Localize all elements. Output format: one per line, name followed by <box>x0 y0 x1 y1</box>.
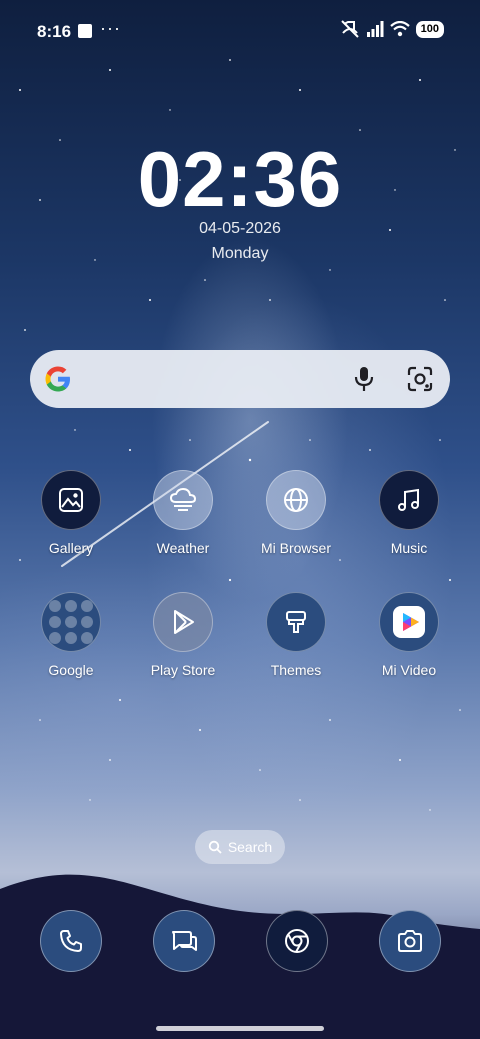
music-note-icon <box>398 488 419 511</box>
app-weather[interactable]: Weather <box>133 470 233 556</box>
app-label: Play Store <box>150 662 216 678</box>
dock-chrome[interactable] <box>266 910 328 972</box>
search-icon <box>208 840 222 854</box>
dock-camera[interactable] <box>379 910 441 972</box>
app-music[interactable]: Music <box>359 470 459 556</box>
wifi-icon <box>389 21 410 37</box>
dock-messages[interactable] <box>153 910 215 972</box>
app-label: Google <box>48 662 94 678</box>
battery-indicator: 100 <box>415 20 444 38</box>
app-label: Mi Video <box>381 662 437 678</box>
lens-icon[interactable] <box>407 366 433 392</box>
chrome-icon <box>285 929 309 953</box>
mic-icon[interactable] <box>352 366 376 392</box>
messages-icon <box>172 931 197 951</box>
folder-icon <box>49 600 93 644</box>
status-time: 8:16 <box>37 22 72 41</box>
google-search-bar[interactable] <box>30 350 450 408</box>
app-gallery[interactable]: Gallery <box>21 470 121 556</box>
dock-phone[interactable] <box>40 910 102 972</box>
app-label: Mi Browser <box>260 540 331 556</box>
search-pill-label: Search <box>227 839 273 855</box>
notification-square-icon <box>78 24 92 38</box>
app-mi-browser[interactable]: Mi Browser <box>246 470 346 556</box>
phone-icon <box>60 930 82 952</box>
clock-date: 04-05-2026 <box>199 220 281 237</box>
globe-icon <box>284 488 308 512</box>
clock-day: Monday <box>211 245 269 262</box>
camera-icon <box>398 930 422 952</box>
app-mi-video[interactable]: Mi Video <box>359 592 459 678</box>
app-label: Gallery <box>48 540 94 556</box>
muted-vibrate-icon <box>340 20 359 38</box>
play-store-icon <box>174 610 194 634</box>
gallery-icon <box>59 488 83 512</box>
weather-icon <box>169 488 197 511</box>
google-logo-icon[interactable] <box>42 363 74 395</box>
app-play-store[interactable]: Play Store <box>133 592 233 678</box>
signal-icon <box>366 21 384 37</box>
mi-video-icon <box>393 606 425 638</box>
more-notifications-icon: ··· <box>100 18 121 38</box>
gesture-nav-handle[interactable] <box>156 1026 324 1031</box>
app-themes[interactable]: Themes <box>246 592 346 678</box>
brush-icon <box>286 611 306 633</box>
app-search-pill[interactable]: Search <box>195 830 285 864</box>
app-label: Themes <box>270 662 322 678</box>
status-bar: 8:16 ··· 100 <box>0 0 480 64</box>
lock-clock-time: 02:36 <box>137 135 343 223</box>
app-label: Weather <box>156 540 210 556</box>
app-google-folder[interactable]: Google <box>21 592 121 678</box>
app-label: Music <box>390 540 428 556</box>
